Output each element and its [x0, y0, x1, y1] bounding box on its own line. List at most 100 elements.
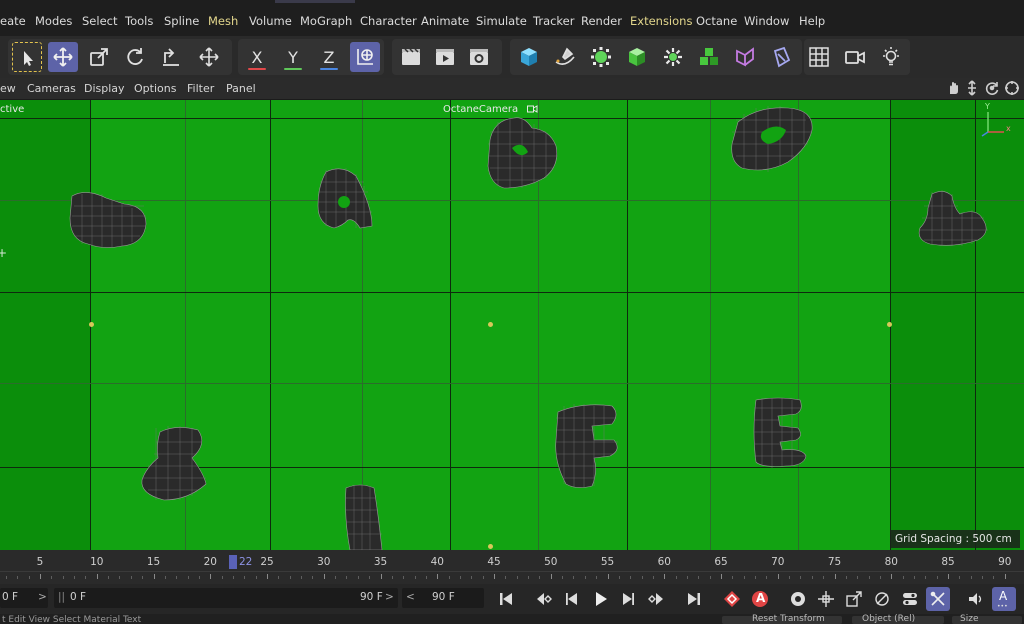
mesh-object[interactable]: [484, 116, 562, 192]
timeline-tick: [425, 576, 427, 579]
subdivision-button[interactable]: [586, 42, 616, 72]
parameter-key-button[interactable]: [898, 587, 922, 611]
record-keys-button[interactable]: [720, 587, 744, 611]
timeline-tick: [550, 574, 552, 579]
render-settings-button[interactable]: [464, 42, 494, 72]
keyframe-selection-button[interactable]: [786, 587, 810, 611]
menu-character[interactable]: Character: [360, 14, 417, 28]
safe-frame-right: [890, 100, 1024, 550]
preview-range-field[interactable]: || 0 F 90 F >: [54, 588, 398, 608]
viewport-menu-cameras[interactable]: Cameras: [27, 82, 76, 95]
effector-button[interactable]: [694, 42, 724, 72]
bottom-menu-text[interactable]: t Edit View Select Material Text: [2, 615, 141, 624]
menu-modes[interactable]: Modes: [35, 14, 72, 28]
mesh-object[interactable]: [136, 422, 212, 504]
timeline-tick: [74, 576, 76, 579]
timeline-tick: [130, 576, 132, 579]
move-all-button[interactable]: [194, 42, 224, 72]
scale-key-button[interactable]: [842, 587, 866, 611]
end-frame-field[interactable]: < 90 F: [402, 588, 484, 608]
timeline-playhead[interactable]: [229, 555, 237, 569]
sound-button[interactable]: [964, 587, 988, 611]
next-key-button[interactable]: [644, 587, 668, 611]
menu-mograph[interactable]: MoGraph: [300, 14, 352, 28]
size-mode-dropdown[interactable]: Size: [952, 614, 1022, 624]
deformer-button[interactable]: [730, 42, 760, 72]
menu-simulate[interactable]: Simulate: [476, 14, 527, 28]
menu-tracker[interactable]: Tracker: [533, 14, 575, 28]
z-axis-button[interactable]: Z: [314, 42, 344, 72]
grid-line: [0, 383, 1024, 384]
floor-button[interactable]: [804, 42, 834, 72]
rotate-button[interactable]: [120, 42, 150, 72]
cube-button[interactable]: [514, 42, 544, 72]
maximize-icon[interactable]: [1004, 80, 1020, 96]
menu-help[interactable]: Help: [799, 14, 825, 28]
orbit-icon[interactable]: [984, 80, 1000, 96]
x-axis-button[interactable]: X: [242, 42, 272, 72]
menu-extensions[interactable]: Extensions: [630, 14, 692, 28]
timeline-tick: [414, 576, 416, 579]
timeline-tick: [811, 576, 813, 579]
viewport-menu-options[interactable]: Options: [134, 82, 176, 95]
menu-spline[interactable]: Spline: [164, 14, 199, 28]
start-frame-field[interactable]: 0 F >: [0, 588, 48, 608]
scale-button[interactable]: [84, 42, 114, 72]
menu-render[interactable]: Render: [581, 14, 622, 28]
position-key-button[interactable]: [814, 587, 838, 611]
mesh-object[interactable]: [314, 166, 374, 232]
active-tab-indicator: [275, 0, 355, 3]
menu-octane[interactable]: Octane: [696, 14, 737, 28]
menu-window[interactable]: Window: [744, 14, 789, 28]
pen-button[interactable]: [550, 42, 580, 72]
menu-tools[interactable]: Tools: [125, 14, 153, 28]
pan-icon[interactable]: [945, 80, 961, 96]
previous-frame-button[interactable]: [560, 587, 584, 611]
timeline-tick: [698, 576, 700, 579]
reset-transform-button[interactable]: Reset Transform: [722, 614, 842, 624]
menu-animate[interactable]: Animate: [421, 14, 469, 28]
mesh-object[interactable]: [66, 188, 150, 254]
go-to-start-button[interactable]: [494, 587, 518, 611]
point-level-animation-button[interactable]: [926, 587, 950, 611]
mesh-object[interactable]: [750, 396, 812, 468]
autokey-button[interactable]: A: [748, 587, 772, 611]
rotation-key-button[interactable]: [870, 587, 894, 611]
viewport-mode-label: ctive: [0, 104, 25, 115]
render-view-button[interactable]: [430, 42, 460, 72]
mesh-object[interactable]: [914, 188, 992, 248]
field-button[interactable]: [766, 42, 796, 72]
cloner-button[interactable]: [658, 42, 688, 72]
active-camera-label[interactable]: OctaneCamera: [443, 104, 518, 115]
previous-key-button[interactable]: [532, 587, 556, 611]
render-region-button[interactable]: [396, 42, 426, 72]
world-coordinates-button[interactable]: [350, 42, 380, 72]
live-selection-button[interactable]: [12, 42, 42, 72]
auto-keying-mode-button[interactable]: A •••: [992, 587, 1016, 611]
mesh-object[interactable]: [338, 482, 388, 550]
viewport-menu-view[interactable]: ew: [0, 82, 16, 95]
timeline-ruler[interactable]: 22 5 10 15 20 25 30 35 40 45 50 55 60 65 70 75 80 85 90: [0, 550, 1024, 584]
viewport-menu-filter[interactable]: Filter: [187, 82, 214, 95]
viewport-menu-panel[interactable]: Panel: [226, 82, 256, 95]
go-to-end-button[interactable]: [682, 587, 706, 611]
dolly-icon[interactable]: [964, 80, 980, 96]
transform-button[interactable]: [156, 42, 186, 72]
menu-mesh[interactable]: Mesh: [208, 14, 238, 28]
viewport[interactable]: ctive OctaneCamera + Y x Grid Spacing: …: [0, 100, 1024, 550]
y-axis-button[interactable]: Y: [278, 42, 308, 72]
viewport-menu-display[interactable]: Display: [84, 82, 125, 95]
mesh-object[interactable]: [728, 104, 816, 174]
mesh-object[interactable]: [552, 402, 624, 490]
timeline-tick: [868, 576, 870, 579]
menu-volume[interactable]: Volume: [249, 14, 292, 28]
menu-create[interactable]: eate: [0, 14, 26, 28]
camera-button[interactable]: [840, 42, 870, 72]
next-frame-button[interactable]: [616, 587, 640, 611]
coordinate-mode-dropdown[interactable]: Object (Rel): [852, 614, 944, 624]
light-button[interactable]: [876, 42, 906, 72]
extrude-button[interactable]: [622, 42, 652, 72]
move-button[interactable]: [48, 42, 78, 72]
play-button[interactable]: [588, 587, 612, 611]
menu-select[interactable]: Select: [82, 14, 117, 28]
